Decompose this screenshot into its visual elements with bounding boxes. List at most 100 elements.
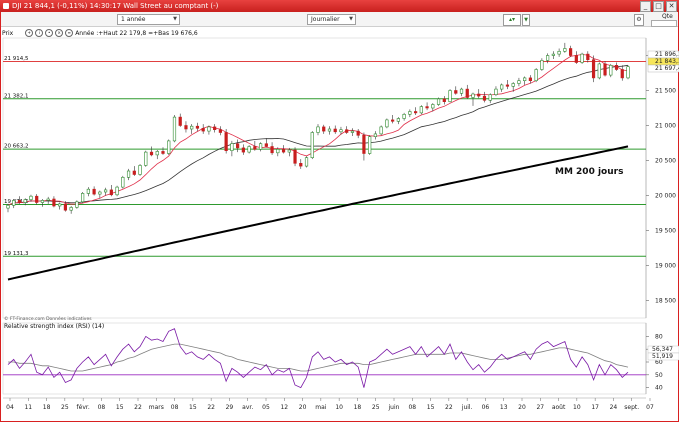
candle-body: [316, 126, 320, 133]
candle-body: [333, 128, 337, 133]
candle-body: [322, 126, 326, 132]
rsi-value-label: 51,919: [652, 353, 673, 360]
candle-body: [23, 199, 27, 203]
x-tick-label: sept.: [624, 404, 639, 411]
candle-body: [6, 205, 10, 209]
candle-body: [230, 143, 234, 151]
candle-body: [184, 125, 188, 130]
candle-body: [270, 146, 274, 154]
rsi-y-tick-label: 40: [655, 385, 663, 392]
candle-body: [580, 53, 584, 63]
candle-body: [132, 170, 136, 175]
candle-body: [46, 198, 50, 201]
candle-body: [241, 147, 245, 153]
candle-body: [293, 149, 297, 164]
x-tick-label: 10: [573, 404, 581, 411]
x-tick-label: 06: [482, 404, 490, 411]
candle-body: [172, 116, 177, 142]
ma-200-label: MM 200 jours: [555, 167, 623, 177]
candle-body: [385, 119, 389, 128]
candle-body: [253, 146, 257, 150]
candle-body: [408, 111, 412, 115]
x-tick-label: 18: [354, 404, 362, 411]
candle-body: [626, 66, 630, 79]
candle-body: [29, 195, 33, 200]
chart-area: 18 500 19 000 19 500 20 000 20 500 21 000 21 5…: [2, 37, 679, 411]
candle-body: [448, 90, 452, 102]
rsi-panel: [2, 322, 647, 395]
candle-body: [115, 186, 119, 196]
x-tick-label: 25: [372, 404, 380, 411]
candle-body: [69, 207, 73, 211]
price-value-label: 21 896,1: [655, 51, 679, 58]
price-value-label: 21 843,1: [655, 58, 679, 65]
candle-body: [563, 48, 567, 52]
x-tick-label: 18: [43, 404, 51, 411]
candle-body: [224, 132, 228, 152]
candle-body: [477, 93, 481, 97]
y-tick-label: 21 000: [655, 123, 676, 130]
candle-body: [144, 151, 148, 166]
support-line-label: 21 382,1: [4, 93, 29, 99]
candle-body: [620, 69, 624, 79]
candle-body: [465, 88, 469, 98]
candle-body: [161, 151, 165, 154]
candle-body: [339, 129, 343, 133]
candle-body: [396, 118, 400, 122]
candle-body: [419, 106, 423, 114]
candle-body: [281, 149, 286, 153]
x-tick-label: 08: [408, 404, 416, 411]
candle-body: [12, 200, 16, 206]
candle-body: [534, 69, 538, 81]
x-tick-label: juil.: [461, 404, 473, 411]
candle-body: [436, 98, 441, 105]
candle-body: [603, 63, 607, 76]
candle-body: [362, 135, 366, 154]
candle-body: [236, 143, 240, 149]
candle-body: [482, 95, 487, 101]
candle-body: [287, 149, 291, 153]
candle-body: [356, 130, 360, 136]
x-tick-label: juin: [388, 404, 400, 411]
candle-body: [591, 59, 596, 79]
candle-body: [350, 130, 355, 133]
candle-body: [103, 189, 108, 193]
x-tick-label: févr.: [77, 404, 90, 411]
candle-body: [207, 126, 211, 132]
candle-body: [546, 55, 550, 61]
candle-body: [379, 126, 383, 135]
candle-body: [276, 149, 280, 154]
candle-body: [402, 114, 406, 119]
candle-body: [98, 191, 102, 195]
y-tick-label: 20 000: [655, 193, 676, 200]
candle-body: [201, 128, 205, 132]
price-value-label: 21 697,4: [655, 65, 679, 72]
candle-body: [431, 104, 435, 109]
candle-body: [557, 50, 561, 55]
candle-body: [190, 125, 194, 130]
candle-body: [373, 133, 378, 137]
y-tick-label: 21 500: [655, 88, 676, 95]
rsi-value-label: 56,347: [652, 346, 673, 353]
candle-body: [126, 170, 131, 178]
y-tick-label: 20 500: [655, 158, 676, 165]
candle-body: [614, 65, 619, 70]
candle-body: [92, 188, 96, 195]
candle-body: [597, 63, 601, 79]
y-tick-label: 19 500: [655, 228, 676, 235]
x-tick-label: 08: [171, 404, 179, 411]
support-line-label: 19 131,3: [4, 251, 29, 257]
support-line-label: 21 914,5: [4, 56, 29, 62]
x-tick-label: 07: [646, 404, 654, 411]
candle-body: [310, 132, 314, 159]
candle-body: [155, 151, 159, 156]
x-tick-label: 25: [61, 404, 69, 411]
x-tick-label: 22: [445, 404, 453, 411]
x-tick-label: 05: [262, 404, 270, 411]
candle-body: [568, 48, 573, 56]
candle-body: [500, 84, 504, 90]
candle-body: [167, 140, 171, 154]
y-tick-label: 18 500: [655, 298, 676, 305]
candle-body: [523, 77, 527, 82]
candle-body: [40, 200, 45, 203]
